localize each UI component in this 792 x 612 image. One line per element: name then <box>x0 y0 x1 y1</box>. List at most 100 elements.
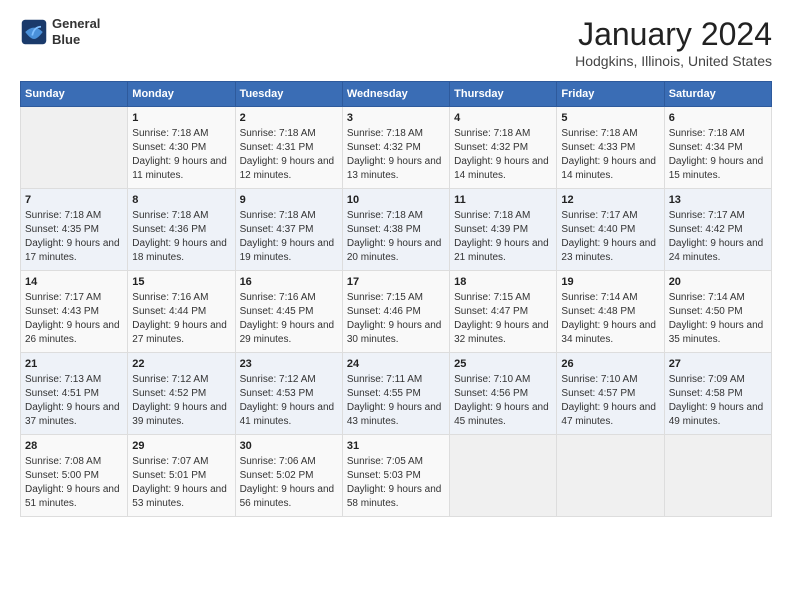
calendar-cell: 16Sunrise: 7:16 AMSunset: 4:45 PMDayligh… <box>235 271 342 353</box>
calendar-cell: 20Sunrise: 7:14 AMSunset: 4:50 PMDayligh… <box>664 271 771 353</box>
weekday-thursday: Thursday <box>450 82 557 107</box>
day-number: 25 <box>454 358 552 370</box>
calendar-cell: 23Sunrise: 7:12 AMSunset: 4:53 PMDayligh… <box>235 353 342 435</box>
day-info: Sunrise: 7:18 AMSunset: 4:36 PMDaylight:… <box>132 209 230 265</box>
day-info: Sunrise: 7:18 AMSunset: 4:33 PMDaylight:… <box>561 127 659 183</box>
calendar-cell: 29 Sunrise: 7:07 AMSunset: 5:01 PMDayligh… <box>128 435 235 517</box>
day-number: 15 <box>132 276 230 288</box>
day-number: 30 <box>240 440 338 452</box>
calendar-cell: 31Sunrise: 7:05 AMSunset: 5:03 PMDayligh… <box>342 435 449 517</box>
day-number: 4 <box>454 112 552 124</box>
calendar-week-row: 21 Sunrise: 7:13 AMSunset: 4:51 PMDayligh… <box>21 353 772 435</box>
calendar-cell: 21 Sunrise: 7:13 AMSunset: 4:51 PMDayligh… <box>21 353 128 435</box>
day-number: 9 <box>240 194 338 206</box>
day-number: 27 <box>669 358 767 370</box>
logo-text: General Blue <box>52 16 100 47</box>
day-info: Sunrise: 7:17 AMSunset: 4:40 PMDaylight:… <box>561 209 659 265</box>
day-number: 6 <box>669 112 767 124</box>
day-info: Sunrise: 7:18 AMSunset: 4:31 PMDaylight:… <box>240 127 338 183</box>
day-number: 14 <box>25 276 123 288</box>
weekday-tuesday: Tuesday <box>235 82 342 107</box>
day-number: 24 <box>347 358 445 370</box>
day-number: 22 <box>132 358 230 370</box>
calendar-table: SundayMondayTuesdayWednesdayThursdayFrid… <box>20 81 772 517</box>
weekday-header-row: SundayMondayTuesdayWednesdayThursdayFrid… <box>21 82 772 107</box>
calendar-cell: 27 Sunrise: 7:09 AMSunset: 4:58 PMDayligh… <box>664 353 771 435</box>
weekday-wednesday: Wednesday <box>342 82 449 107</box>
calendar-week-row: 7 Sunrise: 7:18 AMSunset: 4:35 PMDaylight… <box>21 189 772 271</box>
day-number: 26 <box>561 358 659 370</box>
calendar-cell: 14 Sunrise: 7:17 AMSunset: 4:43 PMDayligh… <box>21 271 128 353</box>
weekday-friday: Friday <box>557 82 664 107</box>
day-info: Sunrise: 7:18 AMSunset: 4:38 PMDaylight:… <box>347 209 445 265</box>
day-info: Sunrise: 7:15 AMSunset: 4:46 PMDaylight:… <box>347 291 445 347</box>
day-info: Sunrise: 7:13 AMSunset: 4:51 PMDaylight:… <box>25 373 123 429</box>
day-number: 13 <box>669 194 767 206</box>
calendar-cell: 26 Sunrise: 7:10 AMSunset: 4:57 PMDayligh… <box>557 353 664 435</box>
day-number: 8 <box>132 194 230 206</box>
day-info: Sunrise: 7:16 AMSunset: 4:45 PMDaylight:… <box>240 291 338 347</box>
day-number: 12 <box>561 194 659 206</box>
calendar-cell: 8 Sunrise: 7:18 AMSunset: 4:36 PMDaylight… <box>128 189 235 271</box>
day-info: Sunrise: 7:16 AMSunset: 4:44 PMDaylight:… <box>132 291 230 347</box>
calendar-cell: 9 Sunrise: 7:18 AMSunset: 4:37 PMDaylight… <box>235 189 342 271</box>
month-title: January 2024 <box>575 16 772 53</box>
day-number: 1 <box>132 112 230 124</box>
calendar-cell: 17Sunrise: 7:15 AMSunset: 4:46 PMDayligh… <box>342 271 449 353</box>
day-info: Sunrise: 7:18 AMSunset: 4:35 PMDaylight:… <box>25 209 123 265</box>
weekday-monday: Monday <box>128 82 235 107</box>
day-number: 21 <box>25 358 123 370</box>
day-info: Sunrise: 7:18 AMSunset: 4:34 PMDaylight:… <box>669 127 767 183</box>
day-info: Sunrise: 7:18 AMSunset: 4:37 PMDaylight:… <box>240 209 338 265</box>
day-number: 5 <box>561 112 659 124</box>
calendar-cell <box>557 435 664 517</box>
day-number: 7 <box>25 194 123 206</box>
day-info: Sunrise: 7:09 AMSunset: 4:58 PMDaylight:… <box>669 373 767 429</box>
calendar-cell <box>21 107 128 189</box>
calendar-week-row: 1 Sunrise: 7:18 AMSunset: 4:30 PMDaylight… <box>21 107 772 189</box>
day-number: 18 <box>454 276 552 288</box>
day-info: Sunrise: 7:14 AMSunset: 4:50 PMDaylight:… <box>669 291 767 347</box>
day-info: Sunrise: 7:10 AMSunset: 4:57 PMDaylight:… <box>561 373 659 429</box>
day-info: Sunrise: 7:05 AMSunset: 5:03 PMDaylight:… <box>347 455 445 511</box>
calendar-cell: 11Sunrise: 7:18 AMSunset: 4:39 PMDayligh… <box>450 189 557 271</box>
day-info: Sunrise: 7:18 AMSunset: 4:30 PMDaylight:… <box>132 127 230 183</box>
day-number: 29 <box>132 440 230 452</box>
calendar-cell: 22Sunrise: 7:12 AMSunset: 4:52 PMDayligh… <box>128 353 235 435</box>
calendar-cell: 13 Sunrise: 7:17 AMSunset: 4:42 PMDayligh… <box>664 189 771 271</box>
calendar-body: 1 Sunrise: 7:18 AMSunset: 4:30 PMDaylight… <box>21 107 772 517</box>
title-block: January 2024 Hodgkins, Illinois, United … <box>575 16 772 69</box>
calendar-cell: 4 Sunrise: 7:18 AMSunset: 4:32 PMDaylight… <box>450 107 557 189</box>
location: Hodgkins, Illinois, United States <box>575 53 772 69</box>
day-number: 11 <box>454 194 552 206</box>
calendar-cell: 12 Sunrise: 7:17 AMSunset: 4:40 PMDayligh… <box>557 189 664 271</box>
calendar-cell: 24Sunrise: 7:11 AMSunset: 4:55 PMDayligh… <box>342 353 449 435</box>
weekday-saturday: Saturday <box>664 82 771 107</box>
day-number: 19 <box>561 276 659 288</box>
calendar-cell: 15 Sunrise: 7:16 AMSunset: 4:44 PMDayligh… <box>128 271 235 353</box>
calendar-cell: 19Sunrise: 7:14 AMSunset: 4:48 PMDayligh… <box>557 271 664 353</box>
calendar-cell <box>664 435 771 517</box>
calendar-cell: 2 Sunrise: 7:18 AMSunset: 4:31 PMDaylight… <box>235 107 342 189</box>
calendar-cell: 1 Sunrise: 7:18 AMSunset: 4:30 PMDaylight… <box>128 107 235 189</box>
day-info: Sunrise: 7:07 AMSunset: 5:01 PMDaylight:… <box>132 455 230 511</box>
logo-icon <box>20 18 48 46</box>
day-number: 28 <box>25 440 123 452</box>
day-info: Sunrise: 7:18 AMSunset: 4:32 PMDaylight:… <box>454 127 552 183</box>
page-header: General Blue January 2024 Hodgkins, Illi… <box>20 16 772 69</box>
calendar-cell: 28Sunrise: 7:08 AMSunset: 5:00 PMDayligh… <box>21 435 128 517</box>
day-info: Sunrise: 7:17 AMSunset: 4:42 PMDaylight:… <box>669 209 767 265</box>
day-number: 10 <box>347 194 445 206</box>
calendar-cell <box>450 435 557 517</box>
calendar-cell: 10 Sunrise: 7:18 AMSunset: 4:38 PMDayligh… <box>342 189 449 271</box>
calendar-cell: 6 Sunrise: 7:18 AMSunset: 4:34 PMDaylight… <box>664 107 771 189</box>
calendar-cell: 5 Sunrise: 7:18 AMSunset: 4:33 PMDaylight… <box>557 107 664 189</box>
weekday-sunday: Sunday <box>21 82 128 107</box>
calendar-cell: 7 Sunrise: 7:18 AMSunset: 4:35 PMDaylight… <box>21 189 128 271</box>
day-info: Sunrise: 7:06 AMSunset: 5:02 PMDaylight:… <box>240 455 338 511</box>
day-number: 2 <box>240 112 338 124</box>
day-info: Sunrise: 7:15 AMSunset: 4:47 PMDaylight:… <box>454 291 552 347</box>
calendar-cell: 30 Sunrise: 7:06 AMSunset: 5:02 PMDayligh… <box>235 435 342 517</box>
day-info: Sunrise: 7:18 AMSunset: 4:32 PMDaylight:… <box>347 127 445 183</box>
day-info: Sunrise: 7:17 AMSunset: 4:43 PMDaylight:… <box>25 291 123 347</box>
